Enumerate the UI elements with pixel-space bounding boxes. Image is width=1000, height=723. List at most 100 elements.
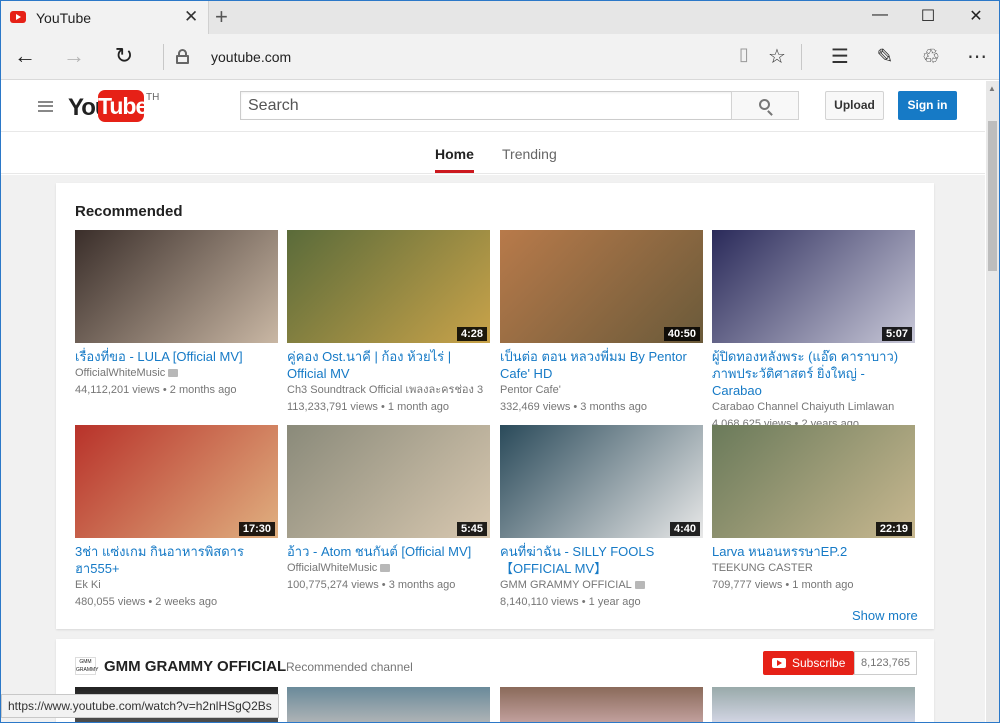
video-card[interactable]: 40:50 เป็นต่อ ตอน หลวงพี่มม By Pentor Caf… <box>500 230 703 416</box>
close-window-icon[interactable]: ✕ <box>953 6 999 26</box>
video-card[interactable]: 4:40 คนที่ฆ่าฉัน - SILLY FOOLS 【OFFICIAL … <box>500 425 703 611</box>
video-channel[interactable]: TEEKUNG CASTER <box>712 560 915 577</box>
forward-arrow-icon[interactable]: → <box>59 43 89 69</box>
channel-name[interactable]: GMM GRAMMY OFFICIAL <box>104 658 286 675</box>
channel-name[interactable]: Carabao Channel Chaiyuth Limlawan <box>712 401 894 413</box>
video-duration: 4:40 <box>669 522 700 536</box>
status-bar: https://www.youtube.com/watch?v=h2nlHSgQ… <box>1 694 279 718</box>
section-heading: Recommended <box>75 203 183 220</box>
video-title[interactable]: อ้าว - Atom ชนกันต์ [Official MV] <box>287 543 490 560</box>
back-arrow-icon[interactable]: ← <box>10 43 40 69</box>
video-channel[interactable]: Pentor Cafe' <box>500 382 703 399</box>
maximize-icon[interactable]: ☐ <box>905 6 951 26</box>
recommended-section: Recommended เรื่องที่ขอ - LULA [Official… <box>56 183 934 629</box>
channel-logo-text: GMM GRAMMY <box>76 659 99 673</box>
upload-age: 1 year ago <box>588 596 641 608</box>
youtube-favicon-icon <box>10 11 26 23</box>
verified-icon <box>634 581 645 590</box>
browser-window: YouTube ✕ + — ☐ ✕ ← → ↻ youtube.com ▯ ☆ … <box>0 0 1000 723</box>
youtube-play-icon <box>772 658 786 668</box>
verified-icon <box>380 564 391 573</box>
video-title[interactable]: คนที่ฆ่าฉัน - SILLY FOOLS 【OFFICIAL MV】 <box>500 543 703 577</box>
video-thumbnail[interactable] <box>75 230 278 343</box>
video-thumbnail[interactable]: 22:19 <box>712 425 915 538</box>
video-card[interactable]: 5:45 อ้าว - Atom ชนกันต์ [Official MV] Off… <box>287 425 490 594</box>
video-title[interactable]: คู่คอง Ost.นาคี | ก้อง ห้วยไร่ | Officia… <box>287 348 490 382</box>
channel-name[interactable]: TEEKUNG CASTER <box>712 562 813 574</box>
video-card[interactable]: 17:30 3ช่า แซ่งเกม กินอาหารพิสดาร ฮา555+ E… <box>75 425 278 611</box>
video-card[interactable]: เรื่องที่ขอ - LULA [Official MV] Official… <box>75 230 278 399</box>
channel-name[interactable]: Pentor Cafe' <box>500 384 561 396</box>
menu-icon[interactable] <box>38 101 53 112</box>
more-icon[interactable]: ⋯ <box>963 44 991 69</box>
video-title[interactable]: เรื่องที่ขอ - LULA [Official MV] <box>75 348 278 365</box>
video-channel[interactable]: OfficialWhiteMusic <box>287 560 490 577</box>
video-thumbnail[interactable]: 4:40 <box>500 425 703 538</box>
video-stats: 8,140,110 views • 1 year ago <box>500 596 641 608</box>
channel-video-thumbnail[interactable] <box>500 687 703 722</box>
video-channel[interactable]: Ch3 Soundtrack Official เพลงละครช่อง 3 <box>287 382 490 399</box>
subscribe-button[interactable]: Subscribe <box>763 651 854 675</box>
upload-button[interactable]: Upload <box>825 91 884 120</box>
video-card[interactable]: 22:19 Larva หนอนหรรษาEP.2 TEEKUNG CASTER 70… <box>712 425 915 594</box>
scrollbar-thumb[interactable] <box>988 121 997 271</box>
page-scrollbar[interactable]: ▲ <box>986 81 999 722</box>
share-icon[interactable]: ♲ <box>917 44 945 69</box>
video-title[interactable]: เป็นต่อ ตอน หลวงพี่มม By Pentor Cafe' HD <box>500 348 703 382</box>
video-card[interactable]: 5:07 ผู้ปิดทองหลังพระ (แอ๊ด คาราบาว) ภาพป… <box>712 230 915 433</box>
video-title[interactable]: 3ช่า แซ่งเกม กินอาหารพิสดาร ฮา555+ <box>75 543 278 577</box>
channel-video-thumbnail[interactable] <box>712 687 915 722</box>
video-stats: 709,777 views • 1 month ago <box>712 579 854 591</box>
search-button[interactable] <box>731 91 799 120</box>
subscribe-label: Subscribe <box>792 656 846 670</box>
video-thumbnail[interactable]: 5:07 <box>712 230 915 343</box>
video-thumbnail[interactable]: 5:45 <box>287 425 490 538</box>
view-count: 113,233,791 views <box>287 401 378 413</box>
video-stats: 100,775,274 views • 3 months ago <box>287 579 456 591</box>
web-note-icon[interactable]: ✎ <box>871 44 899 69</box>
youtube-header: You Tube TH Upload Sign in <box>1 81 985 132</box>
video-channel[interactable]: OfficialWhiteMusic <box>75 365 278 382</box>
scroll-up-icon[interactable]: ▲ <box>988 84 996 93</box>
tab-home[interactable]: Home <box>435 146 474 173</box>
minimize-icon[interactable]: — <box>857 6 903 24</box>
channel-name[interactable]: OfficialWhiteMusic <box>287 562 377 574</box>
video-title[interactable]: ผู้ปิดทองหลังพระ (แอ๊ด คาราบาว) ภาพประวั… <box>712 348 915 399</box>
video-duration: 5:45 <box>456 522 487 536</box>
favorite-star-icon[interactable]: ☆ <box>763 44 791 69</box>
sign-in-button[interactable]: Sign in <box>898 91 957 120</box>
channel-name[interactable]: OfficialWhiteMusic <box>75 367 165 379</box>
reading-view-icon[interactable]: ▯ <box>730 44 758 65</box>
lock-icon <box>176 49 189 64</box>
video-title[interactable]: Larva หนอนหรรษาEP.2 <box>712 543 915 560</box>
channel-name[interactable]: Ek Ki <box>75 579 101 591</box>
hub-icon[interactable]: ☰ <box>826 44 854 69</box>
url-field[interactable]: youtube.com <box>211 49 291 65</box>
video-card[interactable]: 4:28 คู่คอง Ost.นาคี | ก้อง ห้วยไร่ | Off… <box>287 230 490 416</box>
tab-trending[interactable]: Trending <box>502 146 557 162</box>
video-thumbnail[interactable]: 4:28 <box>287 230 490 343</box>
browser-tab[interactable]: YouTube ✕ <box>1 1 209 34</box>
channel-name[interactable]: Ch3 Soundtrack Official เพลงละครช่อง 3 <box>287 384 483 396</box>
refresh-icon[interactable]: ↻ <box>109 43 139 69</box>
view-count: 8,140,110 views <box>500 596 579 608</box>
video-duration: 22:19 <box>875 522 912 536</box>
show-more-link[interactable]: Show more <box>852 608 918 623</box>
upload-age: 3 months ago <box>580 401 647 413</box>
channel-video-thumbnail[interactable] <box>287 687 490 722</box>
tools-separator <box>801 44 802 70</box>
upload-age: 3 months ago <box>388 579 456 591</box>
video-duration: 5:07 <box>881 327 912 341</box>
view-count: 709,777 views <box>712 579 783 591</box>
channel-logo[interactable]: GMM GRAMMY <box>75 657 99 675</box>
channel-name[interactable]: GMM GRAMMY OFFICIAL <box>500 579 632 591</box>
video-channel[interactable]: Carabao Channel Chaiyuth Limlawan <box>712 399 915 416</box>
search-input[interactable] <box>240 91 732 120</box>
new-tab-icon[interactable]: + <box>215 4 228 30</box>
video-thumbnail[interactable]: 40:50 <box>500 230 703 343</box>
video-channel[interactable]: Ek Ki <box>75 577 278 594</box>
close-tab-icon[interactable]: ✕ <box>184 7 198 27</box>
view-count: 44,112,201 views <box>75 384 160 396</box>
video-thumbnail[interactable]: 17:30 <box>75 425 278 538</box>
video-channel[interactable]: GMM GRAMMY OFFICIAL <box>500 577 703 594</box>
